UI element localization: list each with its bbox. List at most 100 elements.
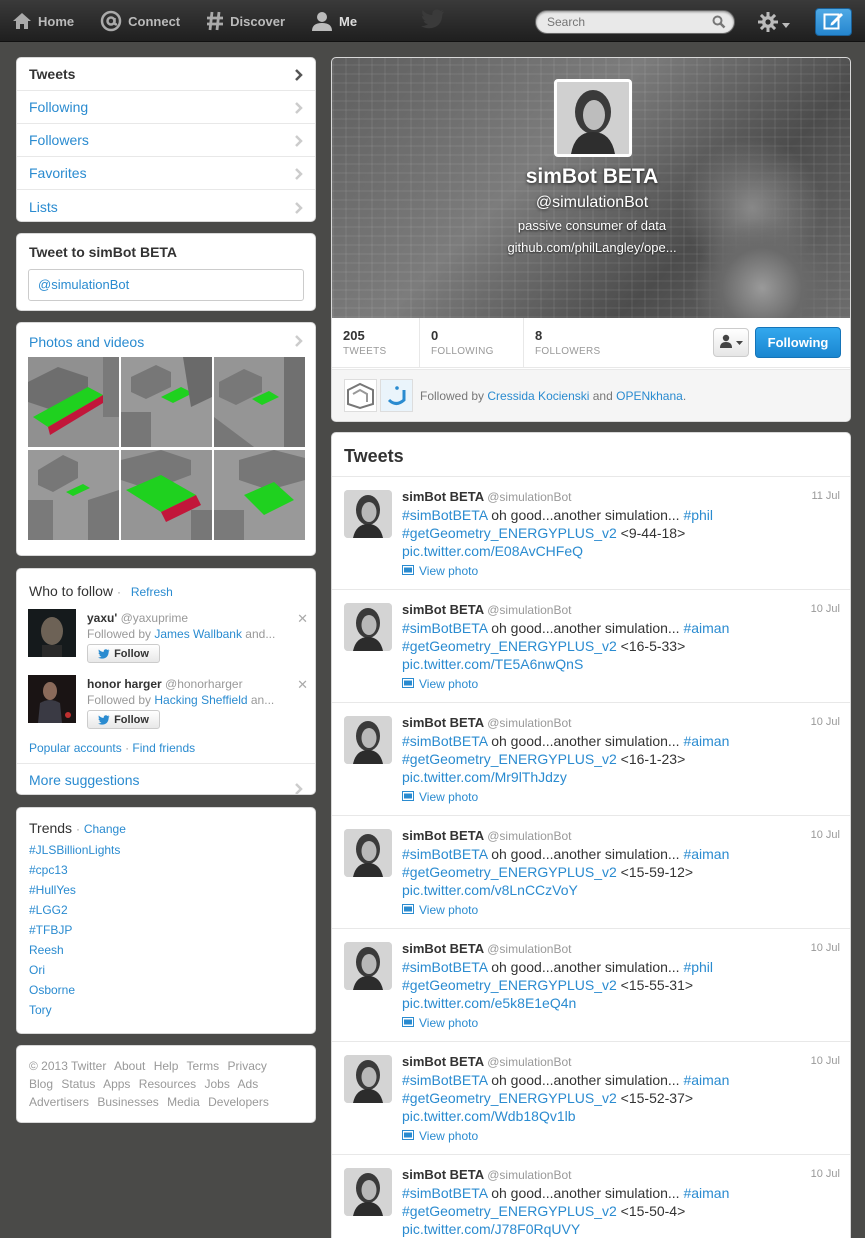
dismiss-icon[interactable]: ✕ <box>297 677 308 693</box>
compose-tweet-button[interactable] <box>815 8 852 36</box>
hashtag-link[interactable]: #simBotBETA <box>402 846 487 862</box>
stat-following[interactable]: 0 FOLLOWING <box>419 318 523 368</box>
footer-link[interactable]: Apps <box>103 1077 130 1091</box>
follow-button[interactable]: Follow <box>87 710 160 729</box>
pic-link[interactable]: pic.twitter.com/v8LnCCzVoY <box>402 882 578 898</box>
tweet-time[interactable]: 10 Jul <box>811 1168 840 1180</box>
hashtag-link[interactable]: #getGeometry_ENERGYPLUS_v2 <box>402 1090 617 1106</box>
avatar[interactable] <box>344 603 392 651</box>
view-photo-link[interactable]: View photo <box>402 903 478 917</box>
tweet-time[interactable]: 10 Jul <box>811 603 840 615</box>
hashtag-link[interactable]: #getGeometry_ENERGYPLUS_v2 <box>402 977 617 993</box>
tweet-time[interactable]: 11 Jul <box>811 490 840 502</box>
tweet[interactable]: simBot BETA @simulationBot 10 Jul #simBotB… <box>332 590 850 703</box>
footer-link[interactable]: Advertisers <box>29 1095 89 1109</box>
hashtag-link[interactable]: #phil <box>683 959 713 975</box>
photo-thumbnail[interactable] <box>28 450 119 540</box>
tweet-time[interactable]: 10 Jul <box>811 716 840 728</box>
hashtag-link[interactable]: #getGeometry_ENERGYPLUS_v2 <box>402 525 617 541</box>
pic-link[interactable]: pic.twitter.com/Wdb18Qv1lb <box>402 1108 576 1124</box>
view-photo-link[interactable]: View photo <box>402 1016 478 1030</box>
footer-link[interactable]: Resources <box>139 1077 196 1091</box>
photo-thumbnail[interactable] <box>214 450 305 540</box>
search-box[interactable] <box>535 10 735 34</box>
avatar[interactable] <box>28 675 76 723</box>
tweet-author[interactable]: simBot BETA <box>402 489 484 504</box>
hashtag-link[interactable]: #simBotBETA <box>402 620 487 636</box>
hashtag-link[interactable]: #aiman <box>683 1072 729 1088</box>
user-actions-dropdown[interactable] <box>713 328 749 357</box>
photo-thumbnail[interactable] <box>214 357 305 447</box>
trend-item[interactable]: #TFBJP <box>29 920 315 940</box>
trend-item[interactable]: #cpc13 <box>29 860 315 880</box>
view-photo-link[interactable]: View photo <box>402 564 478 578</box>
profile-nav-following[interactable]: Following <box>17 91 315 124</box>
avatar[interactable] <box>344 942 392 990</box>
view-photo-link[interactable]: View photo <box>402 677 478 691</box>
search-input[interactable] <box>536 11 706 33</box>
hashtag-link[interactable]: #simBotBETA <box>402 733 487 749</box>
trend-item[interactable]: Reesh <box>29 940 315 960</box>
footer-link[interactable]: Jobs <box>204 1077 229 1091</box>
search-icon[interactable] <box>712 15 726 32</box>
pic-link[interactable]: pic.twitter.com/Mr9lThJdzy <box>402 769 567 785</box>
footer-link[interactable]: Blog <box>29 1077 53 1091</box>
trend-item[interactable]: Ori <box>29 960 315 980</box>
footer-link[interactable]: Terms <box>187 1059 220 1073</box>
tweet-author[interactable]: simBot BETA <box>402 602 484 617</box>
tweet-author[interactable]: simBot BETA <box>402 828 484 843</box>
settings-menu[interactable] <box>757 11 790 36</box>
change-trends-link[interactable]: Change <box>84 822 126 836</box>
hashtag-link[interactable]: #getGeometry_ENERGYPLUS_v2 <box>402 1203 617 1219</box>
avatar[interactable] <box>28 609 76 657</box>
tweet[interactable]: simBot BETA @simulationBot 11 Jul #simBotB… <box>332 477 850 590</box>
hashtag-link[interactable]: #simBotBETA <box>402 507 487 523</box>
profile-nav-tweets[interactable]: Tweets <box>17 58 315 91</box>
tweet-time[interactable]: 10 Jul <box>811 829 840 841</box>
nav-me[interactable]: Me <box>311 0 371 42</box>
trend-item[interactable]: #HullYes <box>29 880 315 900</box>
more-suggestions-link[interactable]: More suggestions <box>17 763 315 794</box>
view-photo-link[interactable]: View photo <box>402 790 478 804</box>
profile-nav-favorites[interactable]: Favorites <box>17 157 315 190</box>
tweet[interactable]: simBot BETA @simulationBot 10 Jul #simBotB… <box>332 703 850 816</box>
view-photo-link[interactable]: View photo <box>402 1129 478 1143</box>
footer-link[interactable]: Help <box>154 1059 179 1073</box>
follow-button[interactable]: Follow <box>87 644 160 663</box>
pic-link[interactable]: pic.twitter.com/E08AvCHFeQ <box>402 543 583 559</box>
twitter-bird-icon[interactable] <box>421 9 445 32</box>
footer-link[interactable]: Media <box>167 1095 200 1109</box>
profile-url[interactable]: github.com/philLangley/ope... <box>332 240 850 255</box>
pic-link[interactable]: pic.twitter.com/J78F0RqUVY <box>402 1221 580 1237</box>
profile-avatar[interactable] <box>554 79 632 157</box>
follower-avatar[interactable] <box>344 379 377 412</box>
stat-followers[interactable]: 8 FOLLOWERS <box>523 318 633 368</box>
tweet-author[interactable]: simBot BETA <box>402 1167 484 1182</box>
followed-by-link[interactable]: Cressida Kocienski <box>487 389 589 403</box>
footer-link[interactable]: Status <box>61 1077 95 1091</box>
avatar[interactable] <box>344 716 392 764</box>
pic-link[interactable]: pic.twitter.com/TE5A6nwQnS <box>402 656 583 672</box>
hashtag-link[interactable]: #simBotBETA <box>402 959 487 975</box>
tweet-to-input[interactable]: @simulationBot <box>28 269 304 301</box>
hashtag-link[interactable]: #simBotBETA <box>402 1185 487 1201</box>
avatar[interactable] <box>344 1055 392 1103</box>
stat-tweets[interactable]: 205 TWEETS <box>332 318 420 368</box>
follower-avatar[interactable] <box>380 379 413 412</box>
profile-nav-lists[interactable]: Lists <box>17 190 315 221</box>
following-button[interactable]: Following <box>755 327 841 358</box>
photo-thumbnail[interactable] <box>28 357 119 447</box>
nav-discover[interactable]: Discover <box>206 0 299 42</box>
followed-by-link[interactable]: James Wallbank <box>154 627 242 641</box>
tweet-author[interactable]: simBot BETA <box>402 715 484 730</box>
hashtag-link[interactable]: #aiman <box>683 620 729 636</box>
find-friends-link[interactable]: Find friends <box>132 741 195 755</box>
followed-by-link[interactable]: Hacking Sheffield <box>154 693 247 707</box>
hashtag-link[interactable]: #phil <box>683 507 713 523</box>
dismiss-icon[interactable]: ✕ <box>297 611 308 627</box>
avatar[interactable] <box>344 829 392 877</box>
hashtag-link[interactable]: #getGeometry_ENERGYPLUS_v2 <box>402 864 617 880</box>
tweet[interactable]: simBot BETA @simulationBot 10 Jul #simBotB… <box>332 1042 850 1155</box>
tweet-author[interactable]: simBot BETA <box>402 1054 484 1069</box>
photos-title[interactable]: Photos and videos <box>17 323 315 350</box>
